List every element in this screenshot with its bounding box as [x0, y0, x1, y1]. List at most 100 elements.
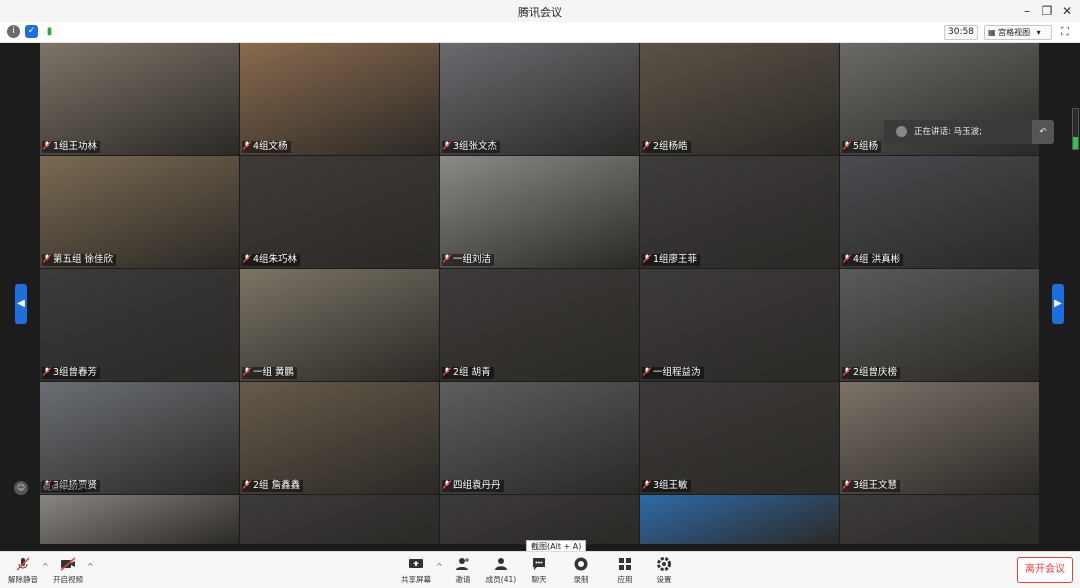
participant-name-text: 2组 胡青	[453, 367, 491, 378]
view-mode-dropdown[interactable]: ▦ 宫格视图 ▾	[984, 25, 1052, 40]
chat-quick-input[interactable]: 说点什么...	[40, 482, 86, 493]
participant-name: 2组 胡青	[442, 367, 494, 379]
participant-tile[interactable]: 3组王敏	[640, 382, 839, 494]
participant-video	[840, 269, 1039, 381]
participant-tile[interactable]: 3组杨贾贤	[40, 382, 239, 494]
participant-tile[interactable]: 4组文杨	[240, 43, 439, 155]
participant-name-text: 4组 洪真彬	[853, 254, 901, 265]
collapse-icon[interactable]: ↶	[1032, 120, 1054, 144]
participant-tile[interactable]: 第五组 徐佳欣	[40, 156, 239, 268]
chat-bubble-icon[interactable]: ☺	[14, 481, 28, 495]
participant-tile[interactable]	[640, 495, 839, 544]
participant-tile[interactable]	[840, 495, 1039, 544]
chat-button[interactable]: 聊天	[519, 554, 559, 586]
participant-tile[interactable]: 3组张文杰	[440, 43, 639, 155]
participant-name: 5组杨	[842, 141, 882, 153]
video-label: 开启视频	[53, 575, 83, 584]
participant-video	[440, 269, 639, 381]
title-bar: 腾讯会议 – ❐ ✕	[0, 0, 1080, 23]
share-screen-button[interactable]: 共享屏幕	[396, 554, 436, 586]
video-button[interactable]: 开启视频	[48, 554, 88, 586]
participant-name: 第五组 徐佳欣	[42, 254, 117, 266]
invite-button[interactable]: 邀请	[443, 554, 483, 586]
settings-button[interactable]: 设置	[644, 554, 684, 586]
participant-video	[640, 382, 839, 494]
participant-video	[440, 382, 639, 494]
record-icon	[574, 557, 588, 571]
participant-video	[240, 495, 439, 544]
mute-button[interactable]: 解除静音	[3, 554, 43, 586]
mic-muted-icon	[442, 367, 452, 376]
participant-video	[240, 156, 439, 268]
settings-label: 设置	[656, 575, 672, 584]
leave-meeting-button[interactable]: 离开会议	[1017, 557, 1073, 583]
chevron-up-icon[interactable]: ^	[87, 562, 94, 571]
apps-label: 应用	[617, 575, 633, 584]
participant-tile[interactable]	[440, 495, 639, 544]
participant-tile[interactable]: 3组曾春芳	[40, 269, 239, 381]
meeting-timer: 30:58	[944, 25, 978, 40]
participant-name-text: 2组 詹鑫鑫	[253, 480, 301, 491]
participant-video	[40, 495, 239, 544]
participant-tile[interactable]: 2组 胡青	[440, 269, 639, 381]
mic-muted-icon	[242, 141, 252, 150]
members-button[interactable]: 成员(41)	[481, 554, 521, 586]
participant-video	[640, 495, 839, 544]
participant-video	[640, 156, 839, 268]
mic-muted-icon	[16, 557, 30, 571]
participant-name: 4组朱巧林	[242, 254, 301, 266]
participant-name: 四组袁丹丹	[442, 480, 504, 492]
participant-tile[interactable]: 2组曾庆榜	[840, 269, 1039, 381]
participant-name: 4组文杨	[242, 141, 291, 153]
participant-tile[interactable]: 3组王文慧	[840, 382, 1039, 494]
grid-icon: ▦	[988, 28, 996, 37]
signal-icon[interactable]: ▮	[43, 25, 56, 38]
info-icon[interactable]: i	[7, 25, 20, 38]
participant-name-text: 3组曾春芳	[53, 367, 98, 378]
next-page-button[interactable]: ▶	[1052, 284, 1064, 324]
participant-name-text: 1组王功林	[53, 141, 98, 152]
participant-tile[interactable]: 1组廖王菲	[640, 156, 839, 268]
participant-video	[840, 156, 1039, 268]
participant-video	[840, 495, 1039, 544]
participant-tile[interactable]	[240, 495, 439, 544]
participant-tile[interactable]: 1组王功林	[40, 43, 239, 155]
view-mode-label: 宫格视图	[998, 28, 1031, 37]
fullscreen-icon[interactable]: ⛶	[1058, 25, 1072, 39]
record-button[interactable]: 录制	[561, 554, 601, 586]
bottom-control-bar: 解除静音 ^ 开启视频 ^ 共享屏幕 ^ 邀请 成员(41) 聊天 录制 应用 …	[0, 551, 1080, 588]
participant-tile[interactable]: 2组杨皓	[640, 43, 839, 155]
participant-video	[240, 382, 439, 494]
mic-muted-icon	[442, 480, 452, 489]
participant-tile[interactable]: 2组 詹鑫鑫	[240, 382, 439, 494]
participant-tile[interactable]: 一组程益沩	[640, 269, 839, 381]
participant-name-text: 2组曾庆榜	[853, 367, 898, 378]
apps-button[interactable]: 应用	[605, 554, 645, 586]
participant-name: 1组王功林	[42, 141, 101, 153]
participant-tile[interactable]: 一组 黄鹏	[240, 269, 439, 381]
participant-video	[40, 269, 239, 381]
participant-tile[interactable]: 一组刘洁	[440, 156, 639, 268]
participant-video	[240, 43, 439, 155]
speaker-label: 正在讲话: 马玉波;	[914, 127, 982, 137]
participant-tile[interactable]	[40, 495, 239, 544]
mic-muted-icon	[842, 141, 852, 150]
chevron-up-icon[interactable]: ^	[436, 562, 443, 571]
close-icon[interactable]: ✕	[1058, 2, 1076, 20]
participant-name: 4组 洪真彬	[842, 254, 904, 266]
mute-label: 解除静音	[8, 575, 38, 584]
mic-muted-icon	[42, 367, 52, 376]
participant-video	[840, 382, 1039, 494]
participant-name: 3组王敏	[642, 480, 691, 492]
mic-muted-icon	[842, 367, 852, 376]
shield-icon[interactable]: ✓	[25, 25, 38, 38]
participant-tile[interactable]: 4组朱巧林	[240, 156, 439, 268]
participant-tile[interactable]: 4组 洪真彬	[840, 156, 1039, 268]
mic-muted-icon	[442, 141, 452, 150]
restore-icon[interactable]: ❐	[1038, 2, 1056, 20]
prev-page-button[interactable]: ◀	[15, 284, 27, 324]
participant-tile[interactable]: 四组袁丹丹	[440, 382, 639, 494]
minimize-icon[interactable]: –	[1018, 2, 1036, 20]
participant-name-text: 一组程益沩	[653, 367, 701, 378]
members-icon	[495, 558, 507, 570]
